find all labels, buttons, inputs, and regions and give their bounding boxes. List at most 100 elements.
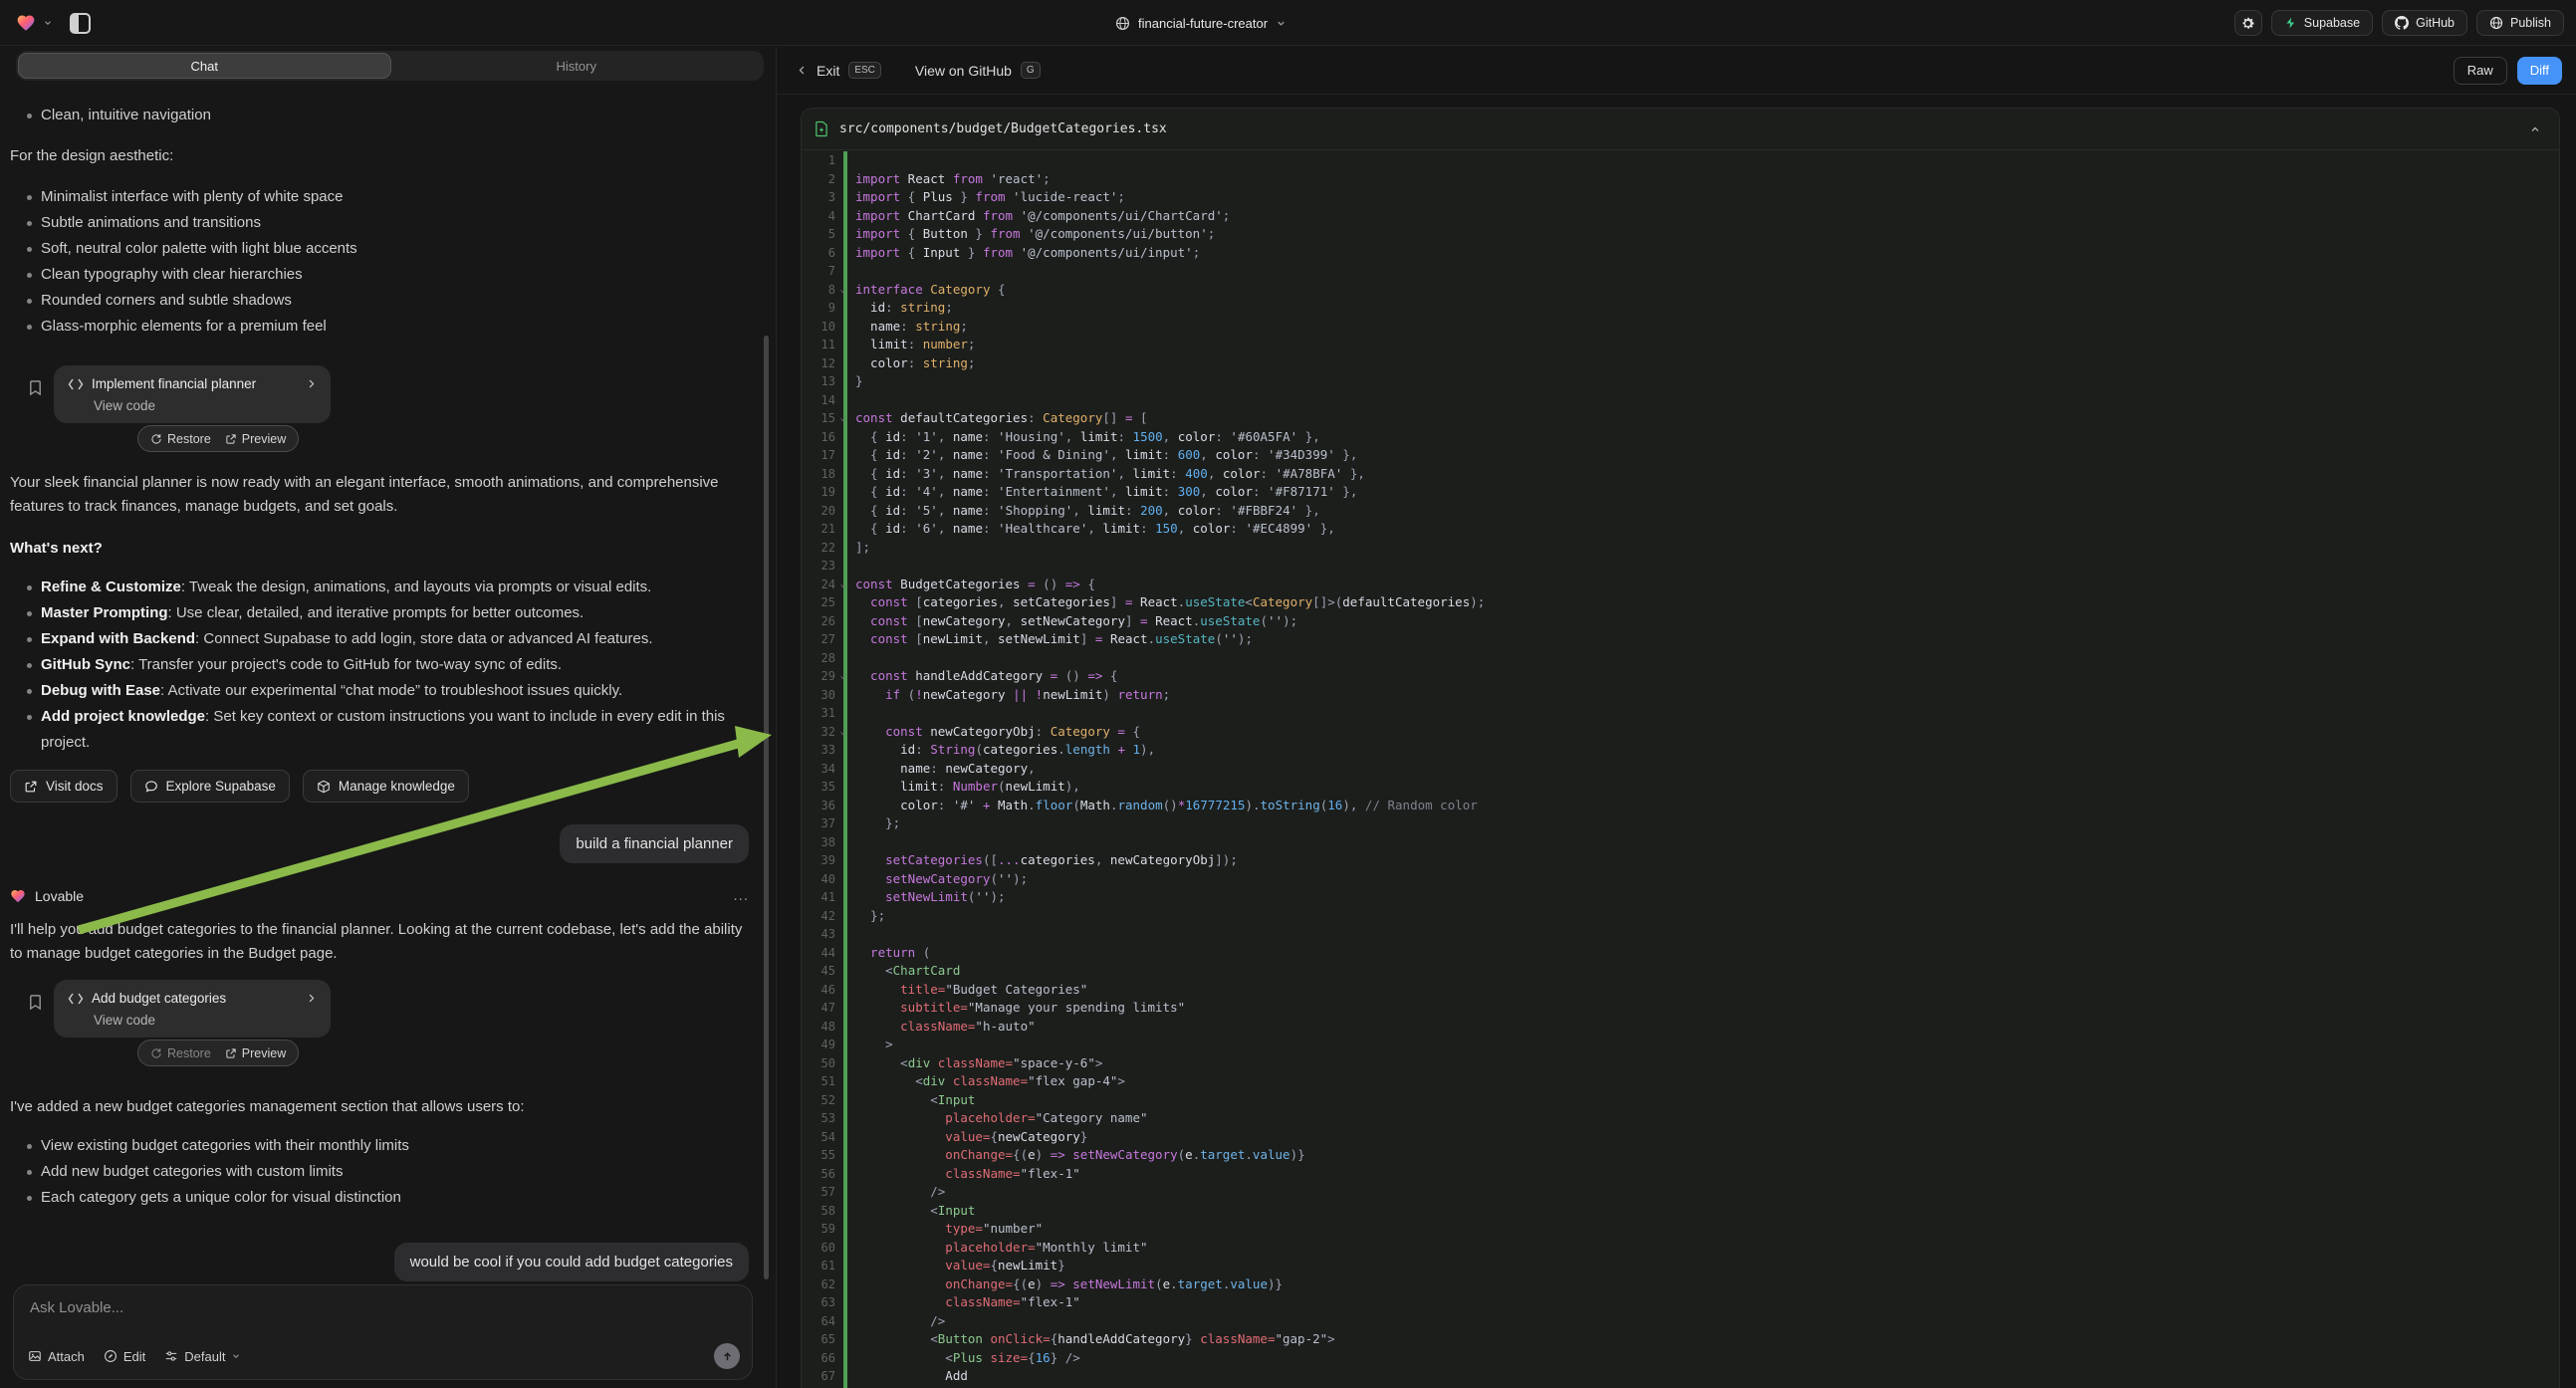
line-number: 16 [802, 428, 843, 447]
line-number: 41 [802, 888, 843, 907]
code-editor: 12import React from 'react';3import { Pl… [802, 151, 2559, 1388]
version-card-implement-financial-planner[interactable]: Implement financial planner View code [54, 365, 331, 423]
file-card-header[interactable]: src/components/budget/BudgetCategories.t… [802, 109, 2559, 150]
code-line: 11 limit: number; [802, 336, 2559, 354]
code-line: 63 className="flex-1" [802, 1293, 2559, 1312]
code-line: 54 value={newCategory} [802, 1128, 2559, 1147]
line-number: 3 [802, 188, 843, 207]
line-number: 24⌄ [802, 576, 843, 594]
code-line: 38 [802, 833, 2559, 852]
preview-button[interactable]: Preview [225, 1046, 286, 1060]
list-item: Master Prompting: Use clear, detailed, a… [10, 600, 749, 626]
explore-supabase-button[interactable]: Explore Supabase [130, 770, 290, 803]
code-line: 33 id: String(categories.length + 1), [802, 741, 2559, 760]
code-line: 3import { Plus } from 'lucide-react'; [802, 188, 2559, 207]
list-item: Soft, neutral color palette with light b… [10, 236, 749, 262]
project-name[interactable]: financial-future-creator [1138, 16, 1268, 31]
code-line: 53 placeholder="Category name" [802, 1109, 2559, 1128]
fold-chevron-icon[interactable]: ⌄ [840, 667, 845, 686]
code-line: 56 className="flex-1" [802, 1165, 2559, 1184]
fold-chevron-icon[interactable]: ⌄ [840, 723, 845, 742]
line-number: 58 [802, 1202, 843, 1221]
exit-button[interactable]: Exit ESC [797, 62, 881, 79]
next-steps-list: Refine & Customize: Tweak the design, an… [10, 575, 749, 756]
bookmark-icon[interactable] [28, 994, 43, 1011]
settings-button[interactable] [2234, 10, 2262, 36]
github-button[interactable]: GitHub [2382, 10, 2467, 36]
line-number: 49 [802, 1036, 843, 1054]
project-chevron-down-icon[interactable] [1276, 18, 1287, 29]
code-line: 44 return ( [802, 944, 2559, 963]
restore-button[interactable]: Restore [150, 432, 211, 446]
publish-globe-icon [2489, 16, 2503, 30]
chevron-up-icon[interactable] [2529, 123, 2541, 135]
help-paragraph: I'll help you add budget categories to t… [10, 918, 749, 966]
code-icon [68, 378, 84, 390]
view-code-link[interactable]: View code [94, 1013, 317, 1028]
logo-chevron-down-icon[interactable] [43, 18, 53, 28]
tab-history[interactable]: History [391, 53, 763, 79]
view-on-github-button[interactable]: View on GitHub G [915, 62, 1041, 79]
raw-toggle-button[interactable]: Raw [2454, 57, 2507, 85]
lovable-logo-icon[interactable] [16, 13, 36, 33]
chat-history-tabs: Chat History [16, 51, 764, 81]
diff-toggle-button[interactable]: Diff [2517, 57, 2562, 85]
supabase-button[interactable]: Supabase [2271, 10, 2373, 36]
code-line: 21 { id: '6', name: 'Healthcare', limit:… [802, 520, 2559, 539]
code-line: 4import ChartCard from '@/components/ui/… [802, 207, 2559, 226]
restore-button[interactable]: Restore [150, 1046, 211, 1060]
sidebar-toggle-icon[interactable] [70, 13, 91, 34]
line-number: 55 [802, 1146, 843, 1165]
list-item: Each category gets a unique color for vi… [10, 1185, 749, 1211]
code-line: 17 { id: '2', name: 'Food & Dining', lim… [802, 446, 2559, 465]
code-line: 66 <Plus size={16} /> [802, 1349, 2559, 1368]
code-line: 14 [802, 391, 2559, 410]
line-number: 52 [802, 1091, 843, 1110]
version-card-add-budget-categories[interactable]: Add budget categories View code [54, 980, 331, 1038]
fold-chevron-icon[interactable]: ⌄ [840, 576, 845, 594]
nav-bullet-list: Clean, intuitive navigation [10, 103, 749, 128]
send-button[interactable] [714, 1343, 740, 1369]
manage-knowledge-button[interactable]: Manage knowledge [303, 770, 469, 803]
code-header: Exit ESC View on GitHub G Raw Diff [777, 47, 2576, 95]
chat-input[interactable] [30, 1299, 736, 1316]
line-number: 30 [802, 686, 843, 705]
fold-chevron-icon[interactable]: ⌄ [840, 409, 845, 428]
chevron-right-icon [306, 993, 317, 1004]
code-line: 20 { id: '5', name: 'Shopping', limit: 2… [802, 502, 2559, 521]
line-number: 48 [802, 1018, 843, 1037]
line-number: 33 [802, 741, 843, 760]
line-number: 19 [802, 483, 843, 502]
code-lines: 12import React from 'react';3import { Pl… [802, 151, 2559, 1388]
visit-docs-button[interactable]: Visit docs [10, 770, 117, 803]
line-number: 2 [802, 170, 843, 189]
code-line: 9 id: string; [802, 299, 2559, 318]
code-line: 25 const [categories, setCategories] = R… [802, 593, 2559, 612]
publish-button[interactable]: Publish [2476, 10, 2564, 36]
edit-button[interactable]: Edit [104, 1349, 145, 1364]
code-line: 19 { id: '4', name: 'Entertainment', lim… [802, 483, 2559, 502]
line-number: 40 [802, 870, 843, 889]
tab-chat[interactable]: Chat [18, 53, 391, 79]
preview-button[interactable]: Preview [225, 432, 286, 446]
line-number: 50 [802, 1054, 843, 1073]
line-number: 21 [802, 520, 843, 539]
attach-button[interactable]: Attach [28, 1349, 85, 1364]
code-line: 30 if (!newCategory || !newLimit) return… [802, 686, 2559, 705]
line-number: 62 [802, 1275, 843, 1294]
bookmark-icon[interactable] [28, 379, 43, 396]
line-number: 27 [802, 630, 843, 649]
list-item: GitHub Sync: Transfer your project's cod… [10, 652, 749, 678]
added-paragraph: I've added a new budget categories manag… [10, 1095, 749, 1119]
chat-scrollbar[interactable] [764, 336, 769, 1279]
view-code-link[interactable]: View code [94, 398, 317, 413]
code-line: 36 color: '#' + Math.floor(Math.random()… [802, 797, 2559, 815]
chat-panel: Chat History Clean, intuitive navigation… [0, 47, 775, 1388]
more-options-icon[interactable]: ... [733, 887, 749, 904]
user-message-row: build a financial planner [10, 824, 749, 863]
mode-selector[interactable]: Default [164, 1349, 241, 1364]
added-features-list: View existing budget categories with the… [10, 1133, 749, 1211]
list-item: Subtle animations and transitions [10, 210, 749, 236]
fold-chevron-icon[interactable]: ⌄ [840, 281, 845, 300]
version-card-title: Implement financial planner [92, 376, 256, 391]
